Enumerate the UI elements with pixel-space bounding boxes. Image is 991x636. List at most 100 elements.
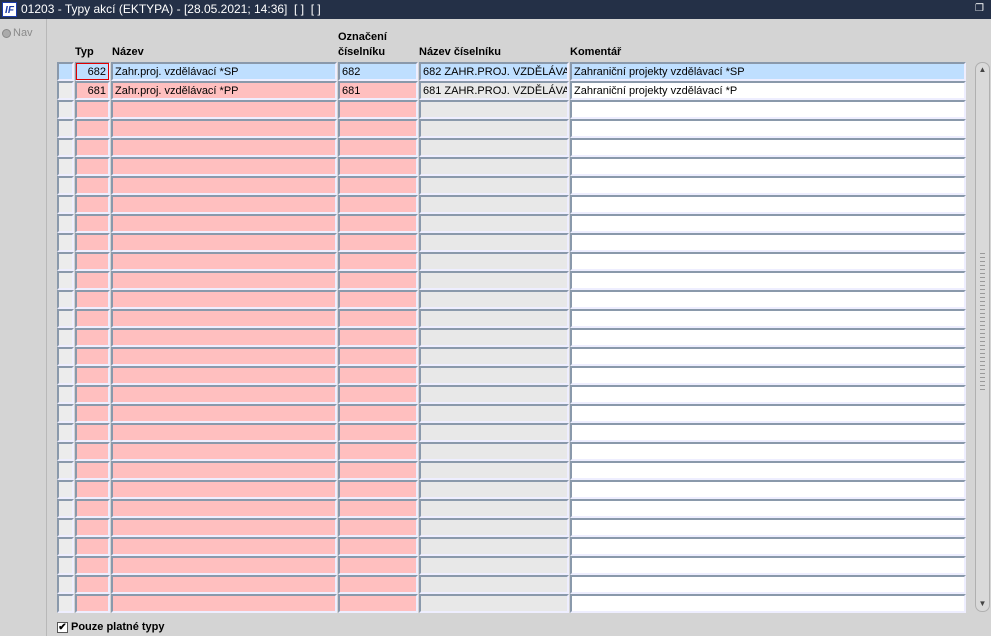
nazev-ciselniku-cell[interactable] <box>419 347 569 366</box>
nazev-cell[interactable] <box>111 366 337 385</box>
nazev-ciselniku-cell[interactable] <box>419 537 569 556</box>
typ-cell[interactable] <box>75 499 110 518</box>
nav-radio[interactable]: Nav <box>2 27 33 39</box>
row-selector[interactable] <box>57 442 74 461</box>
oznaceni-cell[interactable]: 681 <box>338 81 418 100</box>
typ-cell[interactable] <box>75 518 110 537</box>
table-row[interactable] <box>57 309 966 328</box>
komentar-cell[interactable] <box>570 138 966 157</box>
nazev-ciselniku-cell[interactable] <box>419 575 569 594</box>
oznaceni-cell[interactable] <box>338 404 418 423</box>
table-row[interactable] <box>57 233 966 252</box>
oznaceni-cell[interactable] <box>338 176 418 195</box>
nazev-ciselniku-cell[interactable] <box>419 499 569 518</box>
typ-cell[interactable]: 681 <box>75 81 110 100</box>
row-selector[interactable] <box>57 271 74 290</box>
table-row[interactable]: 682 Zahr.proj. vzdělávací *SP 682 682 ZAHR.… <box>57 62 966 81</box>
oznaceni-cell[interactable] <box>338 233 418 252</box>
nazev-cell[interactable] <box>111 594 337 613</box>
oznaceni-cell[interactable] <box>338 537 418 556</box>
oznaceni-cell[interactable] <box>338 442 418 461</box>
nazev-ciselniku-cell[interactable] <box>419 252 569 271</box>
komentar-cell[interactable] <box>570 518 966 537</box>
nazev-ciselniku-cell[interactable] <box>419 119 569 138</box>
nazev-cell[interactable]: Zahr.proj. vzdělávací *SP <box>111 62 337 81</box>
typ-cell[interactable] <box>75 347 110 366</box>
komentar-cell[interactable] <box>570 404 966 423</box>
komentar-cell[interactable] <box>570 290 966 309</box>
komentar-cell[interactable] <box>570 366 966 385</box>
typ-cell[interactable] <box>75 480 110 499</box>
nazev-cell[interactable]: Zahr.proj. vzdělávací *PP <box>111 81 337 100</box>
oznaceni-cell[interactable] <box>338 518 418 537</box>
nazev-cell[interactable] <box>111 157 337 176</box>
nazev-ciselniku-cell[interactable] <box>419 157 569 176</box>
table-row[interactable] <box>57 328 966 347</box>
komentar-cell[interactable] <box>570 556 966 575</box>
nazev-ciselniku-cell[interactable]: 682 ZAHR.PROJ. VZDĚLÁVACÍ <box>419 62 569 81</box>
typ-cell[interactable] <box>75 404 110 423</box>
komentar-cell[interactable] <box>570 176 966 195</box>
row-selector[interactable] <box>57 290 74 309</box>
table-row[interactable] <box>57 556 966 575</box>
row-selector[interactable] <box>57 157 74 176</box>
typ-cell[interactable] <box>75 271 110 290</box>
typ-cell[interactable] <box>75 423 110 442</box>
typ-cell[interactable] <box>75 594 110 613</box>
nazev-ciselniku-cell[interactable] <box>419 556 569 575</box>
typ-cell[interactable] <box>75 385 110 404</box>
nazev-cell[interactable] <box>111 556 337 575</box>
nazev-ciselniku-cell[interactable] <box>419 518 569 537</box>
nazev-cell[interactable] <box>111 423 337 442</box>
nazev-ciselniku-cell[interactable] <box>419 138 569 157</box>
typ-cell[interactable] <box>75 556 110 575</box>
oznaceni-cell[interactable] <box>338 499 418 518</box>
oznaceni-cell[interactable] <box>338 575 418 594</box>
row-selector[interactable] <box>57 119 74 138</box>
nazev-cell[interactable] <box>111 499 337 518</box>
typ-cell[interactable] <box>75 309 110 328</box>
typ-cell[interactable] <box>75 157 110 176</box>
scroll-up-icon[interactable]: ▲ <box>977 64 988 76</box>
nazev-cell[interactable] <box>111 138 337 157</box>
oznaceni-cell[interactable] <box>338 119 418 138</box>
table-row[interactable] <box>57 575 966 594</box>
oznaceni-cell[interactable] <box>338 366 418 385</box>
nazev-cell[interactable] <box>111 347 337 366</box>
typ-cell[interactable] <box>75 176 110 195</box>
nazev-ciselniku-cell[interactable] <box>419 328 569 347</box>
row-selector[interactable] <box>57 499 74 518</box>
oznaceni-cell[interactable] <box>338 271 418 290</box>
oznaceni-cell[interactable] <box>338 290 418 309</box>
komentar-cell[interactable] <box>570 233 966 252</box>
table-row[interactable] <box>57 518 966 537</box>
typ-cell[interactable] <box>75 537 110 556</box>
oznaceni-cell[interactable] <box>338 195 418 214</box>
table-row[interactable] <box>57 404 966 423</box>
row-selector[interactable] <box>57 81 74 100</box>
table-row[interactable] <box>57 499 966 518</box>
table-row[interactable] <box>57 119 966 138</box>
komentar-cell[interactable] <box>570 480 966 499</box>
oznaceni-cell[interactable] <box>338 347 418 366</box>
nazev-cell[interactable] <box>111 537 337 556</box>
komentar-cell[interactable] <box>570 119 966 138</box>
typ-cell[interactable] <box>75 252 110 271</box>
typ-cell[interactable] <box>75 575 110 594</box>
row-selector[interactable] <box>57 176 74 195</box>
filter-checkbox[interactable]: ✔ Pouze platné typy <box>57 621 165 633</box>
row-selector[interactable] <box>57 328 74 347</box>
row-selector[interactable] <box>57 556 74 575</box>
oznaceni-cell[interactable] <box>338 480 418 499</box>
nazev-ciselniku-cell[interactable] <box>419 480 569 499</box>
komentar-cell[interactable] <box>570 461 966 480</box>
typ-cell[interactable]: 682 <box>75 62 110 81</box>
row-selector[interactable] <box>57 518 74 537</box>
row-selector[interactable] <box>57 537 74 556</box>
nazev-ciselniku-cell[interactable] <box>419 309 569 328</box>
row-selector[interactable] <box>57 594 74 613</box>
oznaceni-cell[interactable] <box>338 385 418 404</box>
row-selector[interactable] <box>57 214 74 233</box>
table-row[interactable] <box>57 423 966 442</box>
nazev-cell[interactable] <box>111 461 337 480</box>
